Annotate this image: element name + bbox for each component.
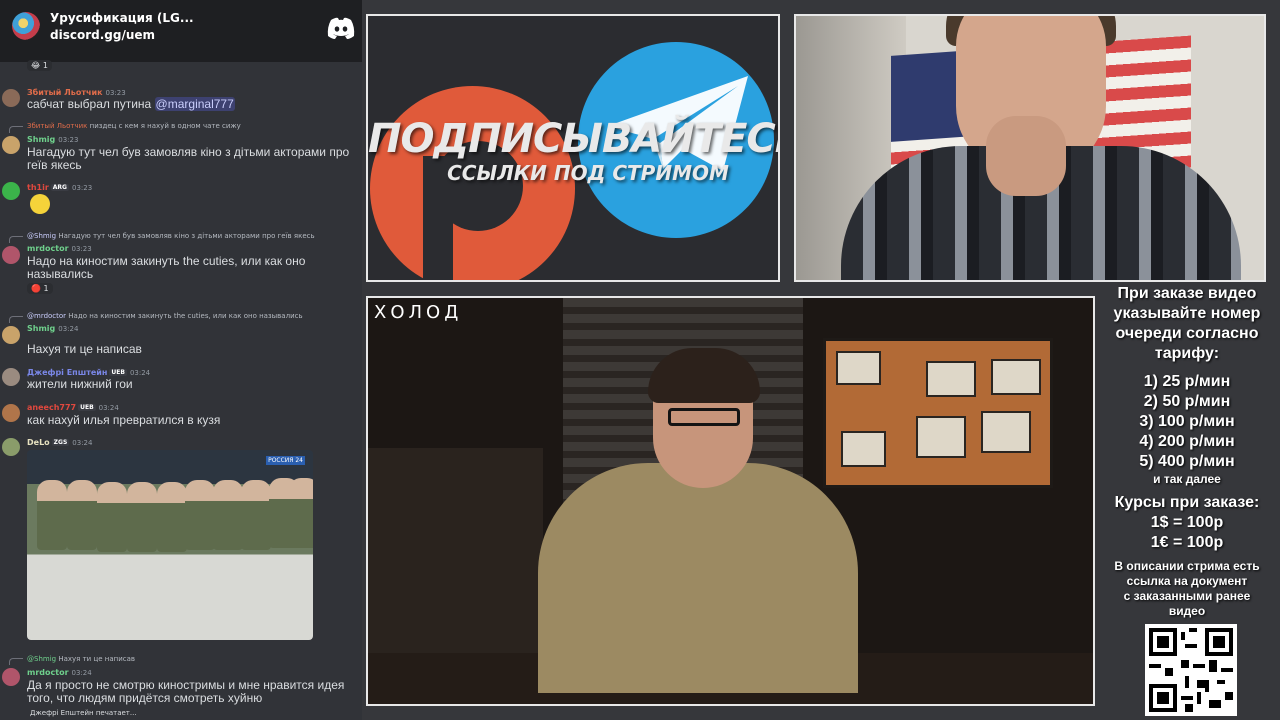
message-text: жители нижний гои <box>27 377 133 391</box>
message-author: mrdoctor 03:24 <box>27 668 92 677</box>
reply-preview[interactable]: Збитый Льотчик пиздец с кем я нахуй в од… <box>27 122 241 130</box>
info-intro-1: При заказе видео <box>1117 285 1257 302</box>
message-author: Shmig 03:24 <box>27 324 79 333</box>
info-intro-3: очереди согласно <box>1115 325 1259 342</box>
promo-title: ПОДПИСЫВАЙТЕСЬ <box>368 116 780 162</box>
channel-logo: ХОЛОД <box>374 302 463 323</box>
message-text: как нахуй илья превратился в кузя <box>27 413 221 427</box>
message-author: DeLo ZGS 03:24 <box>27 438 93 447</box>
tariff-4: 4) 200 р/мин <box>1139 433 1235 450</box>
avatar <box>2 438 20 456</box>
tariff-etc: и так далее <box>1153 472 1221 486</box>
presenter <box>538 463 858 693</box>
photo-board <box>823 338 1053 488</box>
server-invite-link[interactable]: discord.gg/uem <box>50 28 155 42</box>
avatar <box>2 182 20 200</box>
typing-indicator: Джефрі Епштейн печатает... <box>30 709 137 717</box>
rate-usd: 1$ = 100р <box>1150 514 1224 531</box>
message-text: сабчат выбрал путина @marginal777 <box>27 97 235 111</box>
avatar <box>2 368 20 386</box>
meme-image-attachment[interactable]: РОССИЯ 24 <box>27 450 313 640</box>
server-name: Урусификация (LG... <box>50 11 194 25</box>
message-text: Надо на киностим закинуть the cuties, ил… <box>27 254 306 281</box>
reaction-chip[interactable]: 🔴 1 <box>27 283 53 294</box>
note-1: В описании стрима есть <box>1114 559 1260 573</box>
message-author: th1ir ARG 03:23 <box>27 183 93 192</box>
discord-logo-icon <box>327 17 355 39</box>
server-icon <box>12 12 40 40</box>
message-text: Да я просто не смотрю киностримы и мне н… <box>27 678 345 705</box>
rate-eur: 1€ = 100р <box>1150 534 1224 551</box>
note-3: с заказанными ранее <box>1123 589 1251 603</box>
info-intro-2: указывайте номер <box>1113 305 1261 322</box>
message-author: mrdoctor 03:23 <box>27 244 92 253</box>
message-text: Нагадую тут чел був замовляв кіно з діть… <box>27 145 350 172</box>
reply-preview[interactable]: @mrdoctor Надо на киностим закинуть the … <box>27 312 303 320</box>
main-video-player[interactable]: ХОЛОД <box>366 296 1095 706</box>
qr-code-icon[interactable] <box>1145 624 1237 716</box>
tariff-3: 3) 100 р/мин <box>1139 413 1235 430</box>
avatar <box>2 668 20 686</box>
glasses-icon <box>668 408 740 426</box>
avatar <box>2 89 20 107</box>
reaction-chip[interactable]: 😂 1 <box>27 60 52 71</box>
user-mention[interactable]: @marginal777 <box>154 97 235 111</box>
message-author: aneech777 UEB 03:24 <box>27 403 119 412</box>
order-info-panel: При заказе видео указывайте номер очеред… <box>1098 284 1276 619</box>
reply-preview[interactable]: @Shmig Нагадую тут чел був замовляв кіно… <box>27 232 315 240</box>
avatar <box>2 404 20 422</box>
note-4: видео <box>1168 604 1206 618</box>
message-author: Збитый Льотчик 03:23 <box>27 88 126 97</box>
message-author: Shmig 03:23 <box>27 135 79 144</box>
avatar <box>2 136 20 154</box>
rates-title: Курсы при заказе: <box>1114 494 1260 511</box>
webcam-feed <box>794 14 1266 282</box>
note-2: ссылка на документ <box>1126 574 1248 588</box>
subscribe-banner: ПОДПИСЫВАЙТЕСЬ ССЫЛКИ ПОД СТРИМОМ <box>366 14 780 282</box>
message-author: Джефрі Епштейн UEB 03:24 <box>27 368 151 377</box>
tariff-1: 1) 25 р/мин <box>1143 373 1231 390</box>
stream-layout: Урусификация (LG... discord.gg/uem 😂 1 З… <box>0 0 1280 720</box>
emoji-sticker <box>30 194 50 214</box>
avatar <box>2 246 20 264</box>
promo-subtitle: ССЫЛКИ ПОД СТРИМОМ <box>447 161 729 185</box>
discord-chat-overlay: Урусификация (LG... discord.gg/uem 😂 1 З… <box>0 0 362 720</box>
tariff-5: 5) 400 р/мин <box>1139 453 1235 470</box>
message-text: Нахуя ти це написав <box>27 342 142 356</box>
server-header: Урусификация (LG... discord.gg/uem <box>0 0 362 62</box>
tariff-2: 2) 50 р/мин <box>1143 393 1231 410</box>
reply-preview[interactable]: @Shmig Нахуя ти це написав <box>27 655 135 663</box>
channel-logo: РОССИЯ 24 <box>266 456 305 465</box>
avatar <box>2 326 20 344</box>
info-intro-4: тарифу: <box>1154 345 1220 362</box>
